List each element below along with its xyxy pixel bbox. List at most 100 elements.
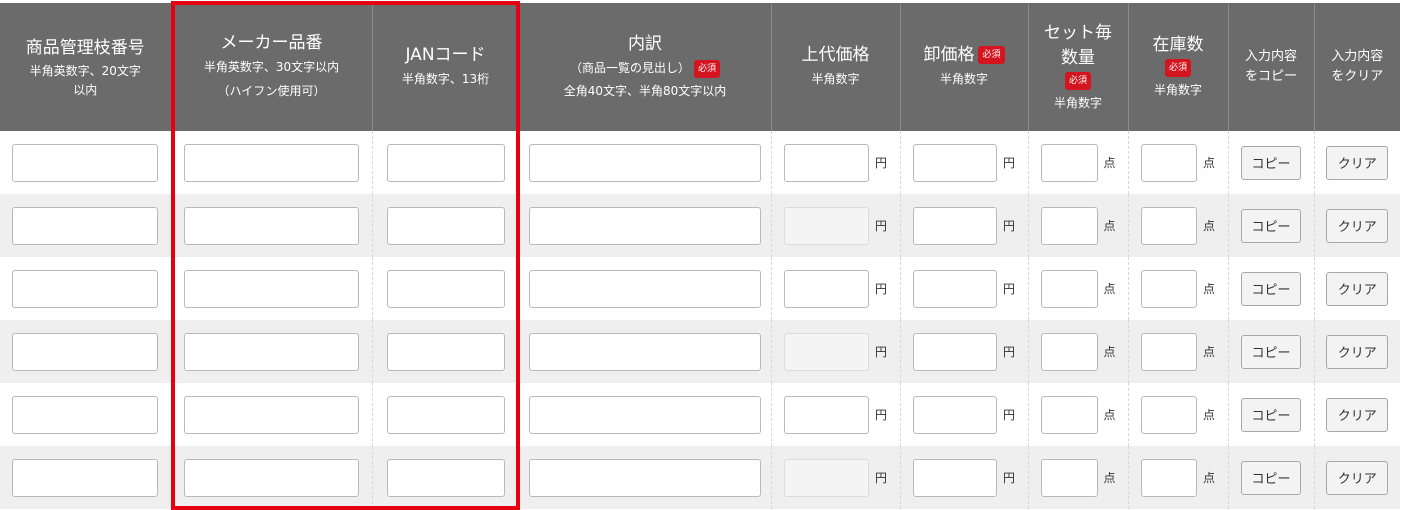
retail-price-input[interactable] xyxy=(784,206,869,245)
cell-retail-price: 円 xyxy=(771,383,901,446)
breakdown-input[interactable] xyxy=(529,206,761,245)
wholesale-price-input[interactable] xyxy=(913,458,997,497)
set-quantity-input[interactable] xyxy=(1040,458,1098,497)
cell-wholesale-price: 円 xyxy=(900,383,1029,446)
cell-copy: コピー xyxy=(1228,383,1315,446)
branch-number-input[interactable] xyxy=(12,269,159,308)
cell-retail-price: 円 xyxy=(771,131,901,194)
jan-code-input[interactable] xyxy=(386,269,505,308)
header-note: （ハイフン使用可） xyxy=(217,84,326,98)
retail-price-input[interactable] xyxy=(784,395,869,434)
maker-part-number-input[interactable] xyxy=(184,206,359,245)
cell-jan-code xyxy=(372,320,520,383)
cell-breakdown xyxy=(519,383,772,446)
breakdown-input[interactable] xyxy=(529,269,761,308)
stock-input[interactable] xyxy=(1141,395,1197,434)
count-unit: 点 xyxy=(1203,156,1216,170)
yen-unit: 円 xyxy=(875,156,888,170)
cell-jan-code xyxy=(372,257,520,320)
jan-code-input[interactable] xyxy=(386,332,505,371)
header-title: 商品管理枝番号 xyxy=(25,38,145,58)
stock-input[interactable] xyxy=(1141,332,1197,371)
required-badge: 必須 xyxy=(694,59,721,78)
stock-input[interactable] xyxy=(1141,458,1197,497)
breakdown-input[interactable] xyxy=(529,458,761,497)
clear-button[interactable]: クリア xyxy=(1326,145,1389,180)
stock-input[interactable] xyxy=(1141,206,1197,245)
breakdown-input[interactable] xyxy=(529,332,761,371)
stock-input[interactable] xyxy=(1141,269,1197,308)
set-quantity-input[interactable] xyxy=(1040,395,1098,434)
jan-code-input[interactable] xyxy=(386,395,505,434)
header-copy-action: 入力内容 をコピー xyxy=(1228,3,1315,131)
header-note: 半角数字 xyxy=(811,72,860,86)
breakdown-input[interactable] xyxy=(529,395,761,434)
cell-stock: 点 xyxy=(1128,257,1229,320)
copy-button[interactable]: コピー xyxy=(1241,334,1301,369)
branch-number-input[interactable] xyxy=(12,206,159,245)
wholesale-price-input[interactable] xyxy=(913,143,997,182)
breakdown-input[interactable] xyxy=(529,143,761,182)
count-unit: 点 xyxy=(1203,408,1216,422)
yen-unit: 円 xyxy=(875,471,888,485)
retail-price-input[interactable] xyxy=(784,332,869,371)
copy-button[interactable]: コピー xyxy=(1241,208,1301,243)
retail-price-input[interactable] xyxy=(784,458,869,497)
count-unit: 点 xyxy=(1103,471,1116,485)
set-quantity-input[interactable] xyxy=(1040,206,1098,245)
header-note: 以内 xyxy=(73,83,98,97)
jan-code-input[interactable] xyxy=(386,206,505,245)
count-unit: 点 xyxy=(1203,219,1216,233)
clear-button[interactable]: クリア xyxy=(1326,460,1389,495)
set-quantity-input[interactable] xyxy=(1040,143,1098,182)
header-line: をコピー xyxy=(1244,69,1297,84)
cell-clear: クリア xyxy=(1314,383,1400,446)
jan-code-input[interactable] xyxy=(386,143,505,182)
cell-stock: 点 xyxy=(1128,383,1229,446)
maker-part-number-input[interactable] xyxy=(184,269,359,308)
jan-code-input[interactable] xyxy=(386,458,505,497)
header-set-quantity: セット毎 数量 必須 半角数字 xyxy=(1028,3,1129,131)
retail-price-input[interactable] xyxy=(784,269,869,308)
maker-part-number-input[interactable] xyxy=(184,395,359,434)
header-jan-code: JANコード 半角数字、13桁 xyxy=(372,3,520,131)
header-note: 半角数字 xyxy=(939,72,988,86)
cell-clear: クリア xyxy=(1314,194,1400,257)
wholesale-price-input[interactable] xyxy=(913,206,997,245)
clear-button[interactable]: クリア xyxy=(1326,397,1389,432)
cell-set-quantity: 点 xyxy=(1028,131,1129,194)
required-badge: 必須 xyxy=(978,46,1005,64)
set-quantity-input[interactable] xyxy=(1040,332,1098,371)
count-unit: 点 xyxy=(1103,282,1116,296)
wholesale-price-input[interactable] xyxy=(913,332,997,371)
branch-number-input[interactable] xyxy=(12,395,159,434)
cell-clear: クリア xyxy=(1314,320,1400,383)
required-badge: 必須 xyxy=(1164,59,1191,77)
table-row: 円 円 点 点 コピー クリア xyxy=(0,131,1400,194)
copy-button[interactable]: コピー xyxy=(1241,271,1301,306)
clear-button[interactable]: クリア xyxy=(1326,334,1389,369)
yen-unit: 円 xyxy=(875,345,888,359)
branch-number-input[interactable] xyxy=(12,143,159,182)
copy-button[interactable]: コピー xyxy=(1241,460,1301,495)
set-quantity-input[interactable] xyxy=(1040,269,1098,308)
cell-copy: コピー xyxy=(1228,131,1315,194)
cell-breakdown xyxy=(519,446,772,509)
maker-part-number-input[interactable] xyxy=(184,332,359,371)
retail-price-input[interactable] xyxy=(784,143,869,182)
clear-button[interactable]: クリア xyxy=(1326,208,1389,243)
wholesale-price-input[interactable] xyxy=(913,395,997,434)
count-unit: 点 xyxy=(1203,282,1216,296)
copy-button[interactable]: コピー xyxy=(1241,397,1301,432)
maker-part-number-input[interactable] xyxy=(184,458,359,497)
copy-button[interactable]: コピー xyxy=(1241,145,1301,180)
stock-input[interactable] xyxy=(1141,143,1197,182)
clear-button[interactable]: クリア xyxy=(1326,271,1389,306)
cell-set-quantity: 点 xyxy=(1028,194,1129,257)
wholesale-price-input[interactable] xyxy=(913,269,997,308)
product-variant-table: 商品管理枝番号 半角英数字、20文字 以内 メーカー品番 半角英数字、30文字以… xyxy=(0,3,1400,509)
maker-part-number-input[interactable] xyxy=(184,143,359,182)
branch-number-input[interactable] xyxy=(12,458,159,497)
header-title: JANコード xyxy=(405,45,486,65)
branch-number-input[interactable] xyxy=(12,332,159,371)
